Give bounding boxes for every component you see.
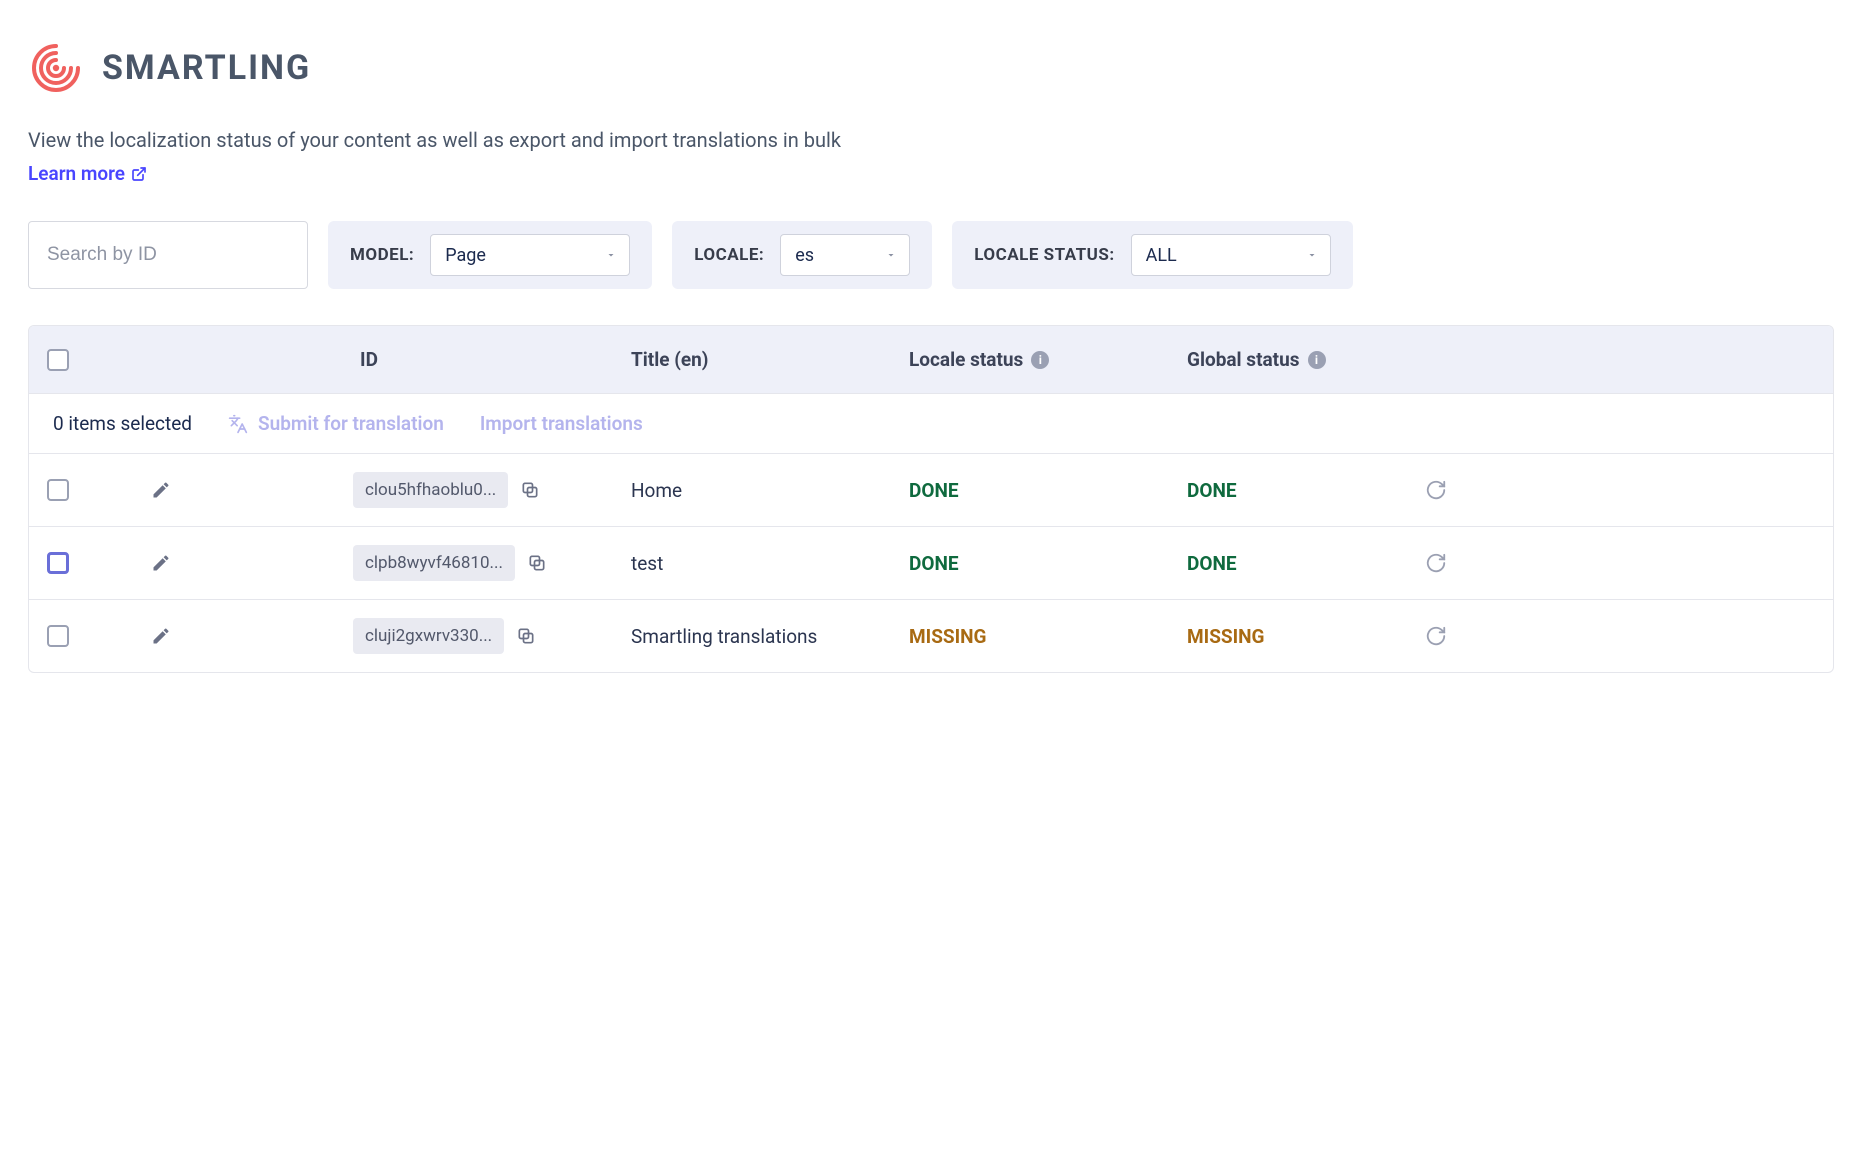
table-row: clpb8wyvf46810... test DONE DONE <box>29 526 1833 599</box>
locale-status-select-value: ALL <box>1146 245 1177 266</box>
edit-button[interactable] <box>151 480 171 500</box>
row-id: clpb8wyvf46810... <box>353 545 515 581</box>
submit-translation-button[interactable]: Submit for translation <box>228 412 444 435</box>
learn-more-label: Learn more <box>28 162 125 185</box>
locale-status-badge: DONE <box>909 552 959 575</box>
model-filter: MODEL: Page <box>328 221 652 289</box>
locale-select[interactable]: es <box>780 234 910 276</box>
th-global-status: Global status i <box>1187 348 1447 371</box>
import-translations-button[interactable]: Import translations <box>480 412 643 435</box>
filters-bar: MODEL: Page LOCALE: es LOCALE STATUS: AL… <box>28 221 1834 289</box>
model-select-value: Page <box>445 245 486 266</box>
copy-button[interactable] <box>527 553 547 573</box>
table-toolbar: 0 items selected Submit for translation … <box>29 393 1833 453</box>
edit-button[interactable] <box>151 553 171 573</box>
selected-count: 0 items selected <box>53 412 192 435</box>
global-status-badge: MISSING <box>1187 625 1265 648</box>
th-id: ID <box>115 348 623 371</box>
chevron-down-icon <box>885 249 897 261</box>
chevron-down-icon <box>605 249 617 261</box>
copy-button[interactable] <box>516 626 536 646</box>
global-status-badge: DONE <box>1187 479 1237 502</box>
row-id: clou5hfhaoblu0... <box>353 472 508 508</box>
table-row: cluji2gxwrv330... Smartling translations… <box>29 599 1833 672</box>
learn-more-link[interactable]: Learn more <box>28 162 147 185</box>
row-checkbox[interactable] <box>47 552 69 574</box>
smartling-logo-icon <box>28 40 84 96</box>
info-icon[interactable]: i <box>1031 351 1049 369</box>
row-checkbox[interactable] <box>47 625 69 647</box>
model-filter-label: MODEL: <box>350 245 414 265</box>
locale-status-filter: LOCALE STATUS: ALL <box>952 221 1352 289</box>
locale-filter-label: LOCALE: <box>694 245 764 265</box>
row-title: Smartling translations <box>631 625 817 648</box>
chevron-down-icon <box>1306 249 1318 261</box>
row-checkbox[interactable] <box>47 479 69 501</box>
row-title: test <box>631 552 663 575</box>
copy-button[interactable] <box>520 480 540 500</box>
info-icon[interactable]: i <box>1308 351 1326 369</box>
locale-status-filter-label: LOCALE STATUS: <box>974 245 1114 265</box>
model-select[interactable]: Page <box>430 234 630 276</box>
th-title: Title (en) <box>631 348 901 371</box>
row-id: cluji2gxwrv330... <box>353 618 504 654</box>
locale-status-select[interactable]: ALL <box>1131 234 1331 276</box>
search-input[interactable] <box>28 221 308 289</box>
edit-button[interactable] <box>151 626 171 646</box>
locale-filter: LOCALE: es <box>672 221 932 289</box>
refresh-button[interactable] <box>1425 625 1447 647</box>
row-title: Home <box>631 479 682 502</box>
select-all-checkbox[interactable] <box>47 349 69 371</box>
logo: SMARTLING <box>28 40 1834 96</box>
locale-select-value: es <box>795 245 814 266</box>
global-status-badge: DONE <box>1187 552 1237 575</box>
table-header: ID Title (en) Locale status i Global sta… <box>29 326 1833 393</box>
refresh-button[interactable] <box>1425 479 1447 501</box>
page-description: View the localization status of your con… <box>28 128 1834 152</box>
translate-icon <box>228 414 248 434</box>
locale-status-badge: DONE <box>909 479 959 502</box>
logo-text: SMARTLING <box>102 48 311 88</box>
table-row: clou5hfhaoblu0... Home DONE DONE <box>29 453 1833 526</box>
locale-status-badge: MISSING <box>909 625 987 648</box>
content-table: ID Title (en) Locale status i Global sta… <box>28 325 1834 673</box>
external-link-icon <box>131 166 147 182</box>
th-locale-status: Locale status i <box>909 348 1179 371</box>
refresh-button[interactable] <box>1425 552 1447 574</box>
